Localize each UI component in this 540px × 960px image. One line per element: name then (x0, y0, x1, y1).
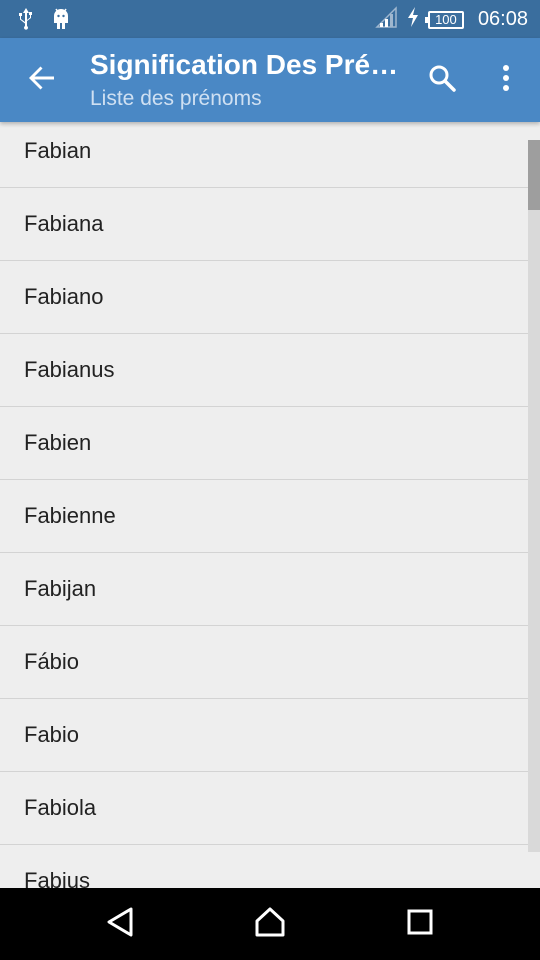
app-subtitle: Liste des prénoms (90, 87, 262, 110)
status-bar: 100 06:08 (0, 0, 540, 38)
more-vert-icon (502, 64, 510, 97)
list-item[interactable]: Fabijan (0, 553, 528, 626)
app-bar: Signification Des Pré… Liste des prénoms (0, 38, 540, 122)
list-item-label: Fábio (24, 649, 80, 674)
list-item[interactable]: Fabiola (0, 772, 528, 845)
app-title: Signification Des Pré… (90, 49, 399, 80)
list-item-label: Fabienne (24, 503, 116, 528)
back-triangle-icon (106, 907, 134, 942)
list-item-label: Fabian (24, 138, 92, 163)
list-item[interactable]: Fabiana (0, 188, 528, 261)
more-options-button[interactable] (486, 60, 526, 100)
list-item-label: Fabius (24, 868, 91, 888)
list-item[interactable]: Fabienne (0, 480, 528, 553)
list-item-label: Fabiana (24, 211, 104, 236)
search-button[interactable] (420, 60, 464, 100)
list-item-label: Fabien (24, 430, 92, 455)
list-item-label: Fabio (24, 722, 80, 747)
usb-icon (16, 7, 36, 36)
battery-level: 100 (435, 12, 457, 27)
android-debug-icon (50, 7, 72, 36)
list-item-label: Fabiano (24, 284, 104, 309)
list-item[interactable]: Fábio (0, 626, 528, 699)
list-item[interactable]: Fabian (0, 122, 528, 188)
list-item[interactable]: Fabiano (0, 261, 528, 334)
search-icon (428, 64, 456, 97)
names-list[interactable]: Fabian Fabiana Fabiano Fabianus Fabien F… (0, 122, 540, 888)
list-item-label: Fabijan (24, 576, 97, 601)
list-item[interactable]: Fabio (0, 699, 528, 772)
back-arrow-icon (28, 64, 56, 97)
scrollbar-thumb[interactable] (528, 140, 540, 210)
recents-icon (407, 909, 433, 940)
home-icon (254, 907, 286, 942)
scrollbar-track[interactable] (528, 140, 540, 852)
nav-home-button[interactable] (240, 904, 300, 944)
list-item-label: Fabianus (24, 357, 115, 382)
nav-recents-button[interactable] (390, 904, 450, 944)
app-screen: 100 06:08 Signification Des Pré… Liste d… (0, 0, 540, 960)
nav-back-button[interactable] (90, 904, 150, 944)
status-right-icons: 100 06:08 (374, 6, 528, 33)
back-button[interactable] (20, 60, 64, 100)
list-item[interactable]: Fabius (0, 845, 528, 888)
app-bar-titles: Signification Des Pré… Liste des prénoms (90, 46, 400, 114)
signal-icon (374, 6, 398, 33)
status-left-icons (16, 7, 72, 36)
list-item[interactable]: Fabien (0, 407, 528, 480)
list-item[interactable]: Fabianus (0, 334, 528, 407)
status-time: 06:08 (477, 8, 528, 30)
navigation-bar (0, 888, 540, 960)
battery-icon: 100 (424, 10, 464, 29)
charging-icon (406, 6, 420, 33)
list-item-label: Fabiola (24, 795, 97, 820)
